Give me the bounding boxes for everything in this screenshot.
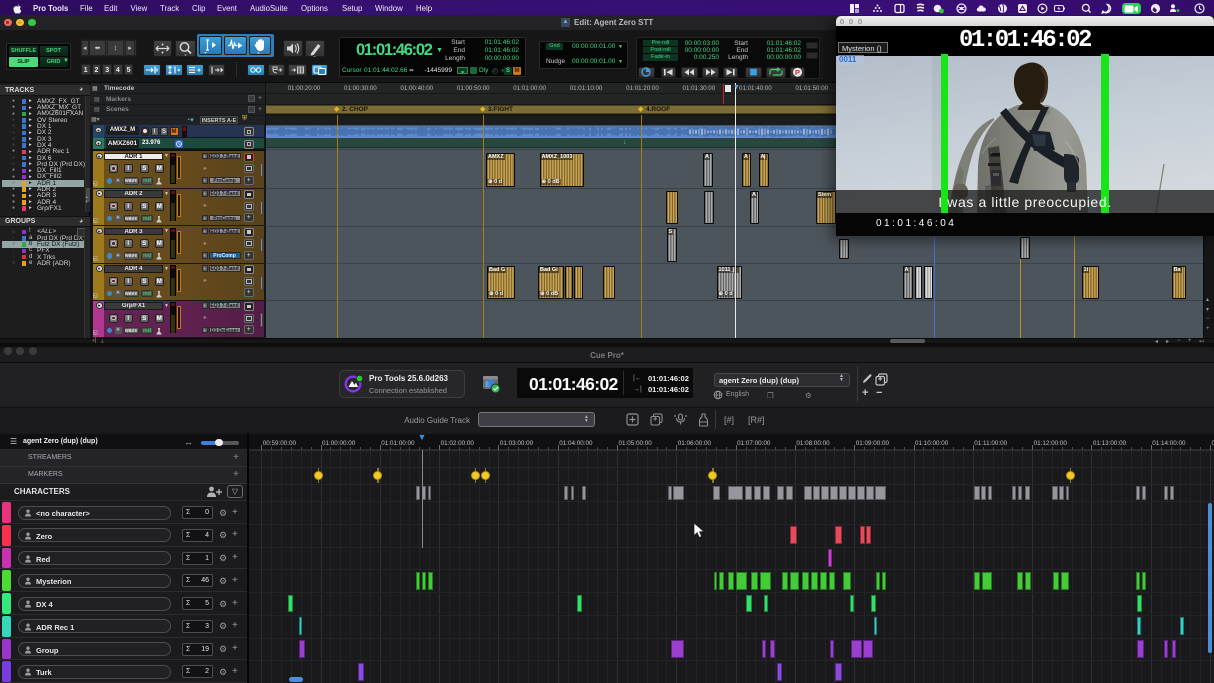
svg-text:P: P (795, 67, 800, 76)
